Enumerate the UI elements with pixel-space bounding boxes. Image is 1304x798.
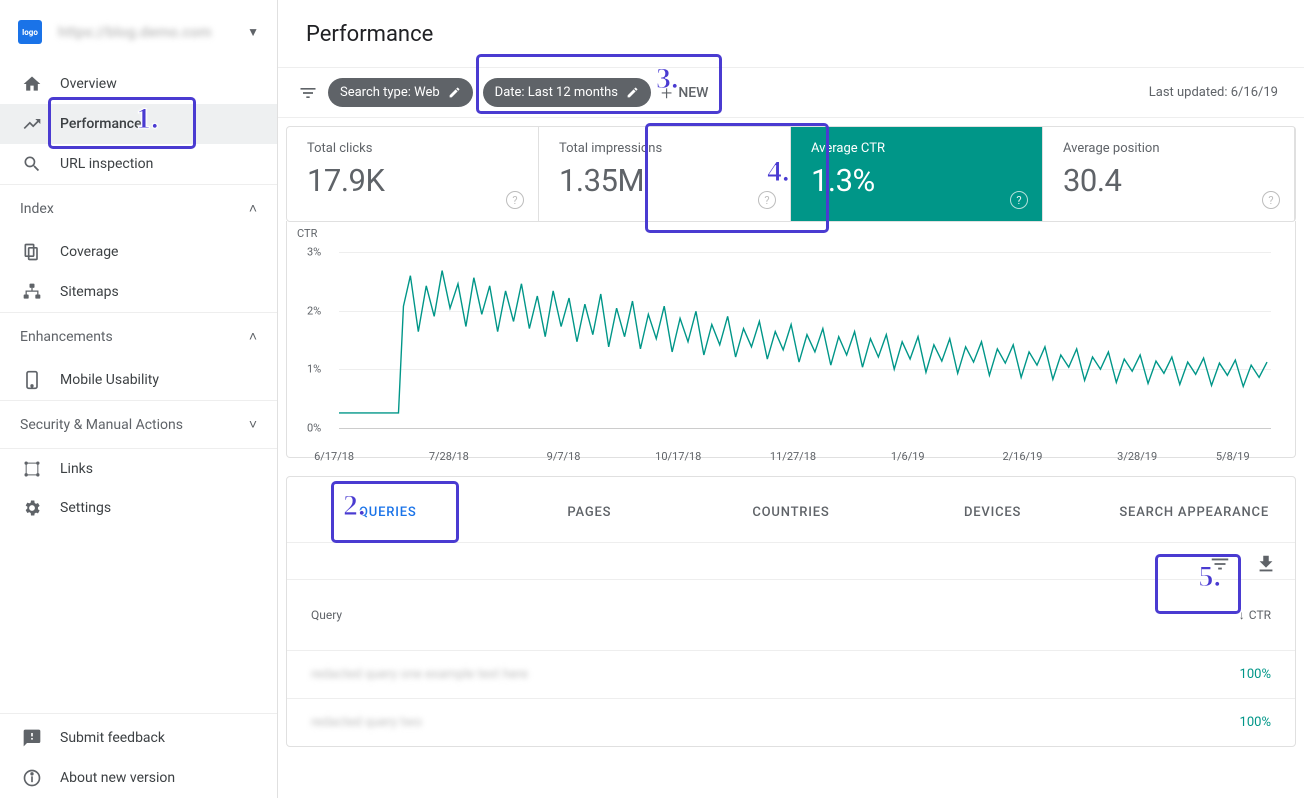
metrics-card: Total clicks 17.9K ? Total impressions 1… (286, 126, 1296, 222)
sidebar-item-label: About new version (60, 770, 175, 786)
table-header: Query ↓ CTR 5. (287, 579, 1295, 650)
query-cell: redacted query one example text here (311, 667, 1181, 682)
sidebar-item-label: Overview (60, 76, 117, 92)
property-logo-icon: logo (18, 20, 42, 44)
tab-countries[interactable]: COUNTRIES (690, 477, 892, 542)
ctr-line-chart: CTR 3% 2% 1% 0% 6/17/18 7/28/18 9/7/18 1… (315, 235, 1271, 445)
sort-desc-icon: ↓ (1239, 608, 1245, 622)
trending-icon (20, 112, 44, 136)
ctr-cell: 100% (1181, 715, 1271, 730)
property-selector[interactable]: logo https://blog.demo.com ▼ (0, 0, 277, 64)
chip-date[interactable]: Date: Last 12 months (483, 78, 651, 107)
column-query[interactable]: Query (311, 608, 1181, 622)
property-name: https://blog.demo.com (58, 23, 247, 41)
metric-average-ctr[interactable]: Average CTR 1.3% ? (791, 127, 1043, 221)
sidebar-item-settings[interactable]: Settings (0, 488, 277, 528)
chevron-down-icon: ˅ (249, 416, 257, 433)
help-icon[interactable]: ? (1010, 191, 1028, 209)
section-index[interactable]: Index ˄ (0, 184, 277, 232)
sidebar-item-label: Performance (60, 116, 142, 132)
sidebar-item-links[interactable]: Links (0, 448, 277, 488)
tab-devices[interactable]: DEVICES (892, 477, 1094, 542)
metric-total-clicks[interactable]: Total clicks 17.9K ? (287, 127, 539, 221)
sidebar-item-mobile-usability[interactable]: Mobile Usability (0, 360, 277, 400)
chevron-up-icon: ˄ (249, 328, 257, 345)
sidebar-item-label: Submit feedback (60, 730, 165, 746)
chevron-down-icon: ▼ (247, 25, 259, 39)
sidebar-item-feedback[interactable]: Submit feedback (0, 718, 277, 758)
help-icon[interactable]: ? (758, 191, 776, 209)
plus-icon: + (661, 81, 672, 105)
tab-pages[interactable]: PAGES (489, 477, 691, 542)
help-icon[interactable]: ? (506, 191, 524, 209)
gear-icon (20, 496, 44, 520)
tab-search-appearance[interactable]: SEARCH APPEARANCE (1093, 477, 1295, 542)
sidebar-item-label: Coverage (60, 244, 118, 260)
section-enhancements[interactable]: Enhancements ˄ (0, 312, 277, 360)
sidebar-item-url-inspection[interactable]: URL inspection (0, 144, 277, 184)
sidebar-item-label: Sitemaps (60, 284, 119, 300)
sitemap-icon (20, 280, 44, 304)
sidebar: logo https://blog.demo.com ▼ Overview Pe… (0, 0, 278, 798)
tab-queries[interactable]: QUERIES (287, 477, 489, 542)
sidebar-item-coverage[interactable]: Coverage (0, 232, 277, 272)
pencil-icon (626, 86, 639, 99)
coverage-icon (20, 240, 44, 264)
ctr-cell: 100% (1181, 667, 1271, 682)
table-row[interactable]: redacted query two 100% (287, 698, 1295, 746)
mobile-icon (20, 368, 44, 392)
filter-rows-icon[interactable] (1209, 553, 1231, 575)
tabs-card: QUERIES PAGES COUNTRIES DEVICES SEARCH A… (286, 476, 1296, 747)
metric-total-impressions[interactable]: Total impressions 1.35M ? (539, 127, 791, 221)
help-icon[interactable]: ? (1262, 191, 1280, 209)
sidebar-item-label: Mobile Usability (60, 372, 159, 388)
last-updated: Last updated: 6/16/19 (1149, 85, 1286, 100)
filter-icon[interactable] (298, 83, 318, 103)
home-icon (20, 72, 44, 96)
download-icon[interactable] (1255, 553, 1277, 575)
search-icon (20, 152, 44, 176)
chart-card: CTR 3% 2% 1% 0% 6/17/18 7/28/18 9/7/18 1… (286, 221, 1296, 458)
feedback-icon (20, 726, 44, 750)
filter-bar: Search type: Web Date: Last 12 months + … (278, 67, 1304, 118)
pencil-icon (448, 86, 461, 99)
sidebar-item-about[interactable]: About new version (0, 758, 277, 798)
table-tools (287, 543, 1295, 579)
chip-search-type[interactable]: Search type: Web (328, 78, 473, 107)
add-filter-button[interactable]: + NEW (661, 81, 708, 105)
sidebar-item-performance[interactable]: Performance 1. (0, 104, 277, 144)
sidebar-item-sitemaps[interactable]: Sitemaps (0, 272, 277, 312)
sidebar-item-overview[interactable]: Overview (0, 64, 277, 104)
sidebar-item-label: URL inspection (60, 156, 153, 172)
metric-average-position[interactable]: Average position 30.4 ? (1043, 127, 1295, 221)
chevron-up-icon: ˄ (249, 200, 257, 217)
tabs-row: QUERIES PAGES COUNTRIES DEVICES SEARCH A… (287, 477, 1295, 543)
query-cell: redacted query two (311, 715, 1181, 730)
sidebar-item-label: Settings (60, 500, 111, 516)
links-icon (20, 457, 44, 481)
table-row[interactable]: redacted query one example text here 100… (287, 650, 1295, 698)
main-content: Performance Search type: Web Date: Last … (278, 0, 1304, 798)
info-icon (20, 766, 44, 790)
sidebar-item-label: Links (60, 461, 93, 477)
column-ctr[interactable]: ↓ CTR (1181, 608, 1271, 622)
page-title: Performance (278, 0, 1304, 67)
section-security[interactable]: Security & Manual Actions ˅ (0, 400, 277, 448)
